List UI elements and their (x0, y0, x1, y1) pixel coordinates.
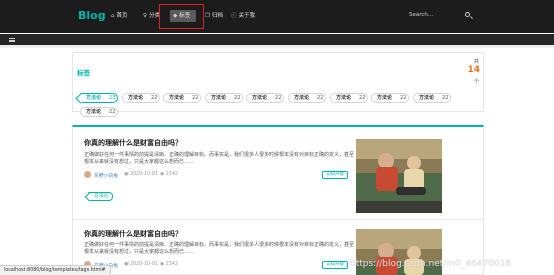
post-title[interactable]: 你真的理解什么是财富自由吗？ (84, 229, 182, 239)
post-excerpt: 正确做好任何一件事情的前提是清晰、正确的理解目标。而事实是，我们很多人很多时候根… (84, 242, 355, 255)
search-placeholder: Search... (409, 12, 434, 18)
tags-header-title: 标签 (77, 69, 90, 77)
menu-icon[interactable] (9, 38, 15, 42)
tags-count-prefix: 共 (473, 59, 479, 65)
post-divider (73, 219, 483, 220)
post-author[interactable]: 东野小白兔 (94, 172, 118, 179)
nav-item-about[interactable]: ⓘ 关于我 (231, 12, 255, 20)
post-title[interactable]: 你真的理解什么是财富自由吗？ (84, 138, 182, 148)
post-date: ▣ 2020-10-01 (124, 262, 158, 267)
avatar (84, 171, 91, 178)
tag-item[interactable]: 方法论 22 (413, 93, 451, 103)
mobile-menu-bar (0, 34, 554, 45)
site-brand[interactable]: Blog (78, 9, 106, 22)
nav-item-home[interactable]: ⌂ 首页 (111, 12, 128, 20)
tag-item[interactable]: 方法论 22 (163, 93, 201, 103)
post-tag[interactable]: 方法论 (88, 192, 114, 201)
tag-item[interactable]: 方法论 22 (288, 93, 326, 103)
post-views: ◉ 2342 (160, 262, 178, 267)
tag-item[interactable]: 方法论 22 (205, 93, 243, 103)
tags-count-suffix: 个 (473, 79, 479, 85)
info-icon: ⓘ (231, 13, 237, 19)
post-thumbnail[interactable] (356, 139, 442, 213)
home-icon: ⌂ (111, 13, 115, 19)
clone-icon: ❐ (205, 13, 210, 19)
search-icon (465, 12, 470, 17)
tags-count: 14 (467, 65, 480, 75)
nav-item-archive[interactable]: ❐ 归档 (205, 12, 223, 20)
tag-item[interactable]: 方法论 22 (122, 93, 160, 103)
browser-status-url: localhost:8080/blog/templates/tags.html# (0, 265, 111, 275)
post-date: ▣ 2020-10-01 (124, 172, 158, 177)
watermark: https://blog.csdn.net/m0_46470018 (350, 259, 512, 269)
idea-icon: ♀ (143, 13, 148, 19)
page-background-band (0, 45, 554, 48)
post-excerpt: 正确做好任何一件事情的前提是清晰、正确的理解目标。而事实是，我们很多人很多时候根… (84, 152, 355, 165)
tag-item[interactable]: 方法论 22 (80, 107, 118, 117)
tag-item[interactable]: 方法论 22 (246, 93, 284, 103)
tag-item[interactable]: 方法论 22 (371, 93, 409, 103)
search-input[interactable]: Search... (409, 11, 473, 21)
annotation-highlight-box (159, 4, 204, 29)
post-category-label[interactable]: 认知升级 (322, 171, 348, 179)
tags-header: 标签 共 14 个 (72, 52, 484, 91)
tag-item[interactable]: 方法论 22 (330, 93, 368, 103)
nav-item-categories[interactable]: ♀ 分类 (143, 12, 160, 20)
post-views: ◉ 2342 (160, 172, 178, 177)
tag-item-active[interactable]: 方法论 23 (80, 93, 118, 103)
post-category-label[interactable]: 认知升级 (322, 261, 348, 269)
